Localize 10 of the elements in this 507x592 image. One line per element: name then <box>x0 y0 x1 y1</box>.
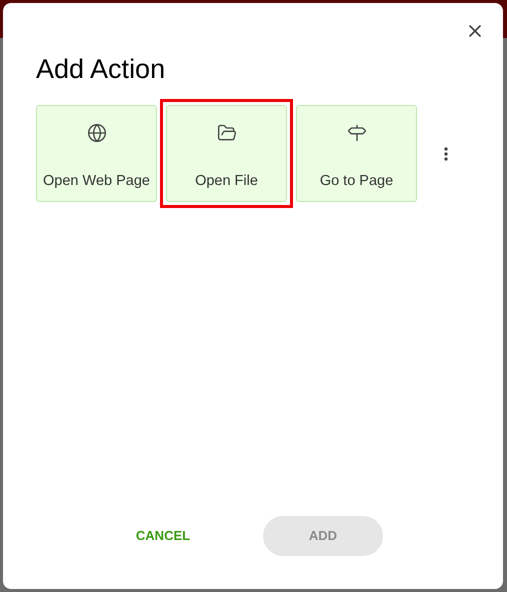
more-button[interactable] <box>444 146 448 160</box>
dialog-title: Add Action <box>36 53 166 85</box>
action-card[interactable]: Open File <box>160 99 293 208</box>
action-card[interactable]: Open Web Page <box>36 105 157 202</box>
globe-icon <box>86 123 106 143</box>
action-card[interactable]: Go to Page <box>296 105 417 202</box>
folder-icon <box>216 123 236 143</box>
more-icon <box>444 146 448 160</box>
signpost-icon <box>346 123 366 143</box>
cancel-button[interactable]: CANCEL <box>103 516 223 556</box>
